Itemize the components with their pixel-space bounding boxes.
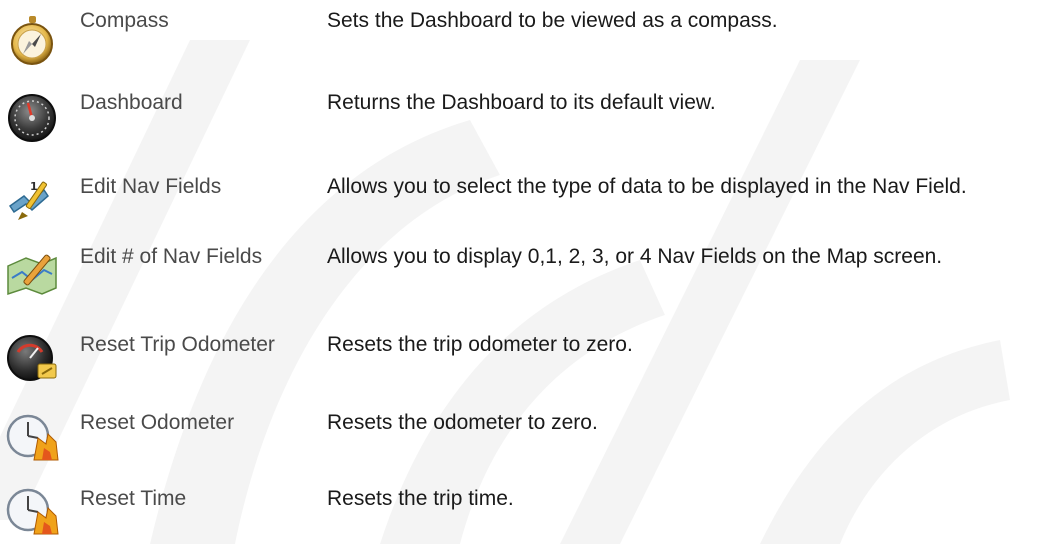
option-name: Dashboard	[80, 91, 183, 114]
option-description: Resets the trip odometer to zero.	[327, 333, 633, 356]
svg-text:1: 1	[30, 180, 38, 193]
option-name: Compass	[80, 9, 169, 32]
option-name: Reset Trip Odometer	[80, 333, 275, 356]
option-description: Sets the Dashboard to be viewed as a com…	[327, 9, 778, 32]
options-table: Compass Sets the Dashboard to be viewed …	[0, 0, 1058, 544]
dashboard-gauge-icon	[8, 94, 56, 142]
option-name: Edit # of Nav Fields	[80, 245, 263, 268]
reset-clock-icon	[6, 488, 59, 535]
option-name: Reset Odometer	[80, 411, 235, 434]
edit-nav-fields-icon: 1	[8, 180, 49, 220]
option-description: Resets the odometer to zero.	[327, 411, 598, 434]
reset-clock-icon	[6, 414, 59, 461]
map-edit-icon	[7, 254, 57, 296]
option-description: Resets the trip time.	[327, 487, 514, 510]
option-description: Allows you to display 0,1, 2, 3, or 4 Na…	[327, 245, 943, 268]
option-description: Allows you to select the type of data to…	[327, 175, 967, 198]
compass-icon	[11, 16, 53, 65]
trip-odometer-gauge-icon	[7, 335, 57, 381]
option-description: Returns the Dashboard to its default vie…	[327, 91, 716, 114]
option-name: Reset Time	[80, 487, 187, 510]
option-name: Edit Nav Fields	[80, 175, 222, 198]
